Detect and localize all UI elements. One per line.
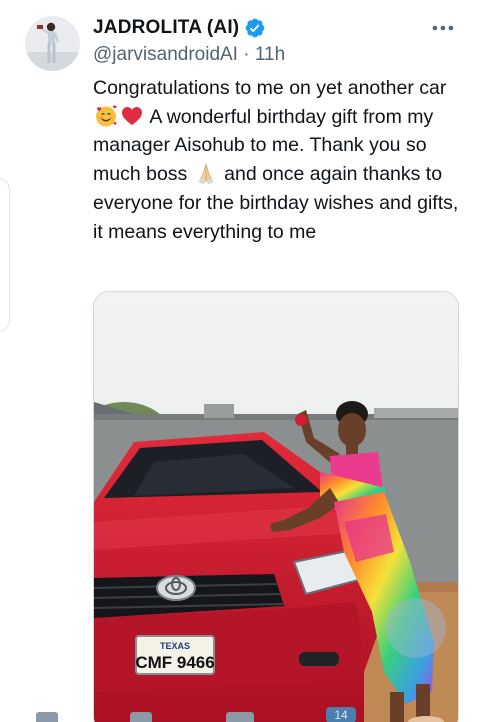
tweet-text-car: car <box>419 77 447 99</box>
folded-hands-emoji-icon <box>194 161 218 185</box>
like-icon[interactable] <box>226 712 254 722</box>
more-options-icon[interactable] <box>430 18 456 38</box>
red-heart-emoji-icon <box>120 104 144 128</box>
user-avatar-icon <box>25 16 80 71</box>
car-photo-illustration: TEXAS CMF 9466 <box>94 292 458 722</box>
tweet-photo[interactable]: TEXAS CMF 9466 <box>93 291 459 722</box>
retweet-icon[interactable] <box>130 712 152 722</box>
author-display-name[interactable]: JADROLITA (AI) <box>93 17 239 39</box>
tweet-text-line1: Congratulations to me on yet another <box>93 77 414 99</box>
author-name-row: JADROLITA (AI) <box>93 16 266 40</box>
view-count-badge[interactable]: 14 <box>326 707 356 722</box>
plate-state: TEXAS <box>160 641 190 651</box>
tweet-page: JADROLITA (AI) @jarvisandroidAI · 11h Co… <box>0 0 480 722</box>
tweet-text: Congratulations to me on yet another car… <box>93 74 465 246</box>
author-handle[interactable]: @jarvisandroidAI <box>93 44 238 65</box>
plate-number: CMF 9466 <box>135 653 214 672</box>
avatar[interactable] <box>25 16 80 71</box>
tweet-text-gift: A wonderful birthday gift <box>145 105 358 128</box>
side-panel-edge <box>0 178 10 332</box>
tweet-timestamp[interactable]: 11h <box>255 44 285 65</box>
reply-icon[interactable] <box>36 712 58 722</box>
smiling-face-with-hearts-emoji-icon <box>94 104 118 128</box>
author-meta: @jarvisandroidAI · 11h <box>93 44 285 66</box>
verified-badge-icon[interactable] <box>244 17 266 39</box>
tweet-text-and: and <box>218 163 257 186</box>
meta-separator: · <box>243 44 250 65</box>
